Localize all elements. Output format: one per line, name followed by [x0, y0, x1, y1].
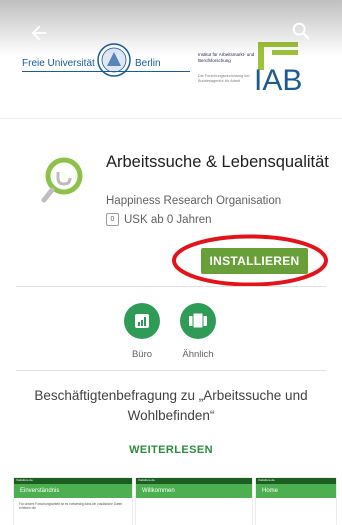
category-similar-label: Ähnlich	[182, 349, 214, 360]
divider	[16, 370, 326, 371]
back-arrow-icon[interactable]	[28, 22, 50, 44]
cards-icon	[189, 312, 207, 329]
install-button[interactable]: INSTALLIEREN	[201, 248, 308, 274]
iab-logo-text: IAB	[254, 64, 302, 94]
developer-link[interactable]: Happiness Research Organisation	[106, 195, 281, 207]
screenshot-title: Willkommen	[136, 484, 252, 498]
content-rating-label: USK ab 0 Jahren	[124, 213, 212, 226]
screenshot-2[interactable]: Vodafone.de Willkommen	[136, 478, 252, 525]
app-icon	[41, 157, 83, 203]
usk-badge-icon: 0	[106, 213, 119, 226]
category-office-circle	[124, 303, 160, 339]
app-title: Arbeitssuche & Lebensqualität	[106, 153, 329, 171]
category-similar-circle	[180, 303, 216, 339]
screenshot-title: Einverständnis	[14, 484, 132, 498]
bar-chart-icon	[135, 314, 149, 328]
fu-logo-underline	[22, 71, 190, 72]
fu-logo-text-left: Freie Universität	[22, 58, 95, 69]
category-similar[interactable]: Ähnlich	[163, 303, 233, 360]
search-icon[interactable]	[290, 20, 312, 42]
screenshot-title: Home	[256, 484, 336, 498]
screenshot-strip[interactable]: Vodafone.de Einverständnis Für unsere Fo…	[0, 478, 342, 525]
feature-graphic: Freie Universität Berlin Institut für Ar…	[0, 0, 342, 119]
screenshot-3[interactable]: Vodafone.de Home	[256, 478, 336, 525]
short-description: Beschäftigtenbefragung zu „Arbeitssuche …	[34, 388, 308, 423]
read-more-link[interactable]: WEITERLESEN	[0, 444, 342, 456]
screenshot-1[interactable]: Vodafone.de Einverständnis Für unsere Fo…	[14, 478, 132, 525]
content-rating: 0 USK ab 0 Jahren	[106, 213, 212, 226]
divider	[16, 286, 326, 287]
screenshot-body: Für unsere Forschungsarbeit ist es notwe…	[19, 502, 123, 510]
fu-logo-text-right: Berlin	[135, 58, 161, 69]
